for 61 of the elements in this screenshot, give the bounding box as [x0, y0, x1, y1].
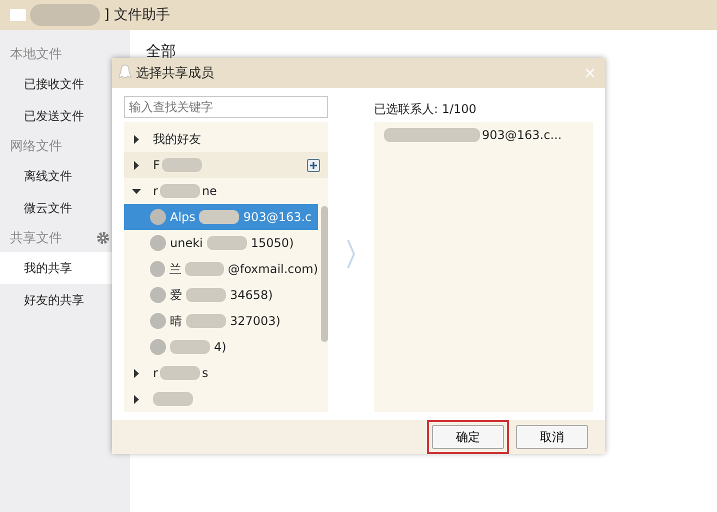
- add-icon[interactable]: [307, 158, 320, 172]
- redacted-block: [160, 366, 200, 380]
- redacted-block: [185, 262, 224, 276]
- avatar: [150, 261, 166, 277]
- selected-count: 已选联系人: 1/100: [374, 101, 478, 118]
- scrollbar[interactable]: [321, 206, 328, 342]
- collapsed-triangle-icon[interactable]: [132, 160, 141, 170]
- contact-text: 15050): [250, 236, 294, 250]
- group-name: r: [153, 184, 158, 198]
- group-row[interactable]: 我的好友: [124, 126, 328, 152]
- contact-text: 晴: [170, 312, 182, 330]
- section-title: 本地文件: [10, 46, 62, 63]
- redacted-block: [170, 340, 210, 354]
- expanded-triangle-icon[interactable]: [132, 186, 141, 196]
- group-row[interactable]: F: [124, 152, 328, 178]
- group-name: ne: [202, 184, 217, 198]
- search-field[interactable]: 输入查找关键字: [124, 96, 328, 118]
- contact-text: 903@163.c: [243, 210, 312, 224]
- avatar: [150, 287, 166, 303]
- section-heading: 全部: [146, 42, 177, 61]
- group-name: s: [202, 366, 208, 380]
- group-row[interactable]: r ne: [124, 178, 328, 204]
- window-title: ] 文件助手: [104, 6, 170, 24]
- contact-row[interactable]: 4): [124, 334, 318, 360]
- cancel-button[interactable]: 取消: [516, 425, 588, 449]
- group-name: 我的好友: [153, 130, 201, 148]
- avatar: [150, 339, 166, 355]
- redacted-block: [160, 184, 200, 198]
- contact-row[interactable]: 晴 327003): [124, 308, 318, 334]
- contact-text: 34658): [230, 288, 273, 302]
- redacted-block: [30, 4, 100, 26]
- avatar: [150, 235, 166, 251]
- redacted-block: [206, 236, 247, 250]
- redacted-block: [199, 210, 240, 224]
- redacted-block: [186, 288, 226, 302]
- folder-icon: [10, 9, 26, 21]
- contact-text: 903@163.c...: [482, 128, 562, 142]
- confirm-button[interactable]: 确定: [432, 425, 504, 449]
- group-name: r: [153, 366, 158, 380]
- contact-text: 4): [214, 340, 226, 354]
- avatar: [150, 313, 166, 329]
- contact-text: 327003): [230, 314, 280, 328]
- redacted-block: [186, 314, 226, 328]
- avatar: [150, 209, 166, 225]
- group-row[interactable]: r s: [124, 360, 328, 386]
- contact-text: 兰: [169, 260, 182, 278]
- section-title: 网络文件: [10, 138, 62, 155]
- contact-text: @foxmail.com): [228, 262, 318, 276]
- contact-text: 爱: [170, 286, 182, 304]
- collapsed-triangle-icon[interactable]: [132, 394, 141, 404]
- contact-text: Alps: [170, 210, 196, 224]
- gear-icon[interactable]: [96, 231, 110, 245]
- redacted-block: [162, 158, 202, 172]
- contact-row[interactable]: 爱 34658): [124, 282, 318, 308]
- contact-text: uneki: [170, 236, 203, 250]
- collapsed-triangle-icon[interactable]: [132, 368, 141, 378]
- redacted-block: [153, 392, 193, 406]
- collapsed-triangle-icon[interactable]: [132, 134, 141, 144]
- section-title: 共享文件: [10, 230, 62, 247]
- group-name: F: [153, 158, 160, 172]
- dialog-title: 选择共享成员: [136, 65, 215, 82]
